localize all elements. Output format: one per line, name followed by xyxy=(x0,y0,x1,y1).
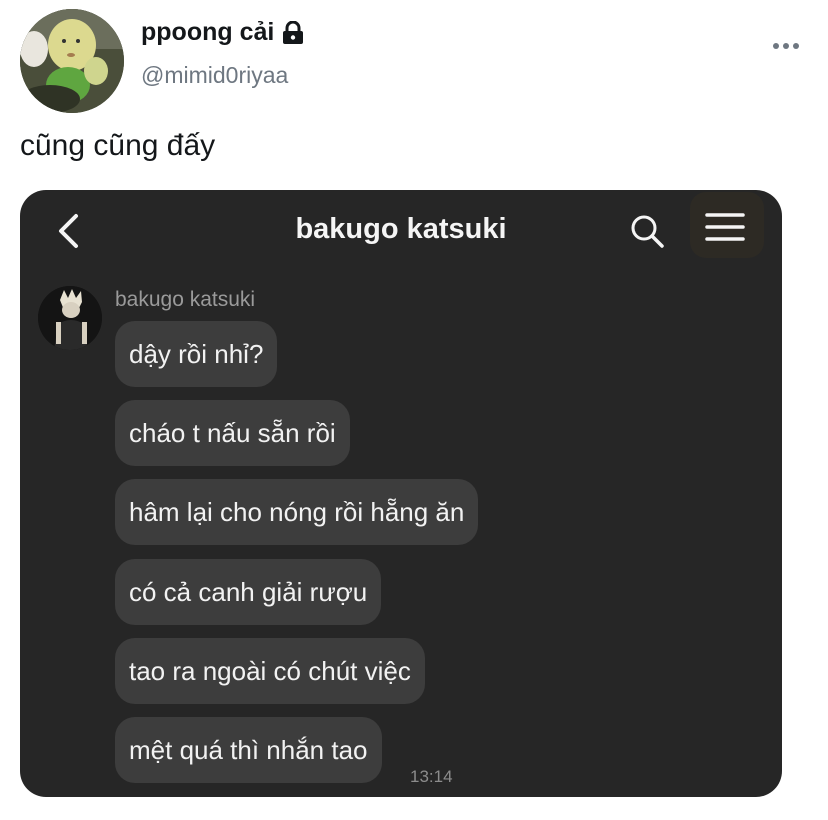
message-bubble[interactable]: tao ra ngoài có chút việc xyxy=(115,638,425,704)
avatar-image xyxy=(20,9,124,113)
menu-button[interactable] xyxy=(690,192,764,258)
message-timestamp: 13:14 xyxy=(410,767,453,786)
message-bubble[interactable]: dậy rồi nhỉ? xyxy=(115,321,278,387)
tweet-text: cũng cũng đấy xyxy=(20,129,216,162)
sender-avatar[interactable] xyxy=(38,286,102,350)
attached-screenshot[interactable]: bakugo katsuki bakugo katsuki dậy rồi nh… xyxy=(20,190,782,797)
sender-avatar-image xyxy=(38,286,102,350)
more-options-icon[interactable] xyxy=(772,38,800,49)
display-name[interactable]: ppoong cải xyxy=(141,18,304,47)
profile-avatar[interactable] xyxy=(20,9,124,113)
message-bubble[interactable]: có cả canh giải rượu xyxy=(115,559,382,625)
user-handle[interactable]: @mimid0riyaa xyxy=(141,62,288,89)
lock-icon xyxy=(282,20,304,45)
message-bubble[interactable]: hâm lại cho nóng rồi hẵng ăn xyxy=(115,479,479,545)
chat-title: bakugo katsuki xyxy=(295,213,507,245)
display-name-text: ppoong cải xyxy=(141,18,275,46)
sender-name: bakugo katsuki xyxy=(115,288,256,311)
tweet-page: ppoong cải @mimid0riyaa cũng cũng đấy ba… xyxy=(0,0,828,820)
message-bubble[interactable]: mệt quá thì nhắn tao xyxy=(115,717,382,783)
search-icon[interactable] xyxy=(628,212,666,250)
menu-icon xyxy=(705,213,745,241)
message-bubble[interactable]: cháo t nấu sẵn rồi xyxy=(115,400,350,466)
